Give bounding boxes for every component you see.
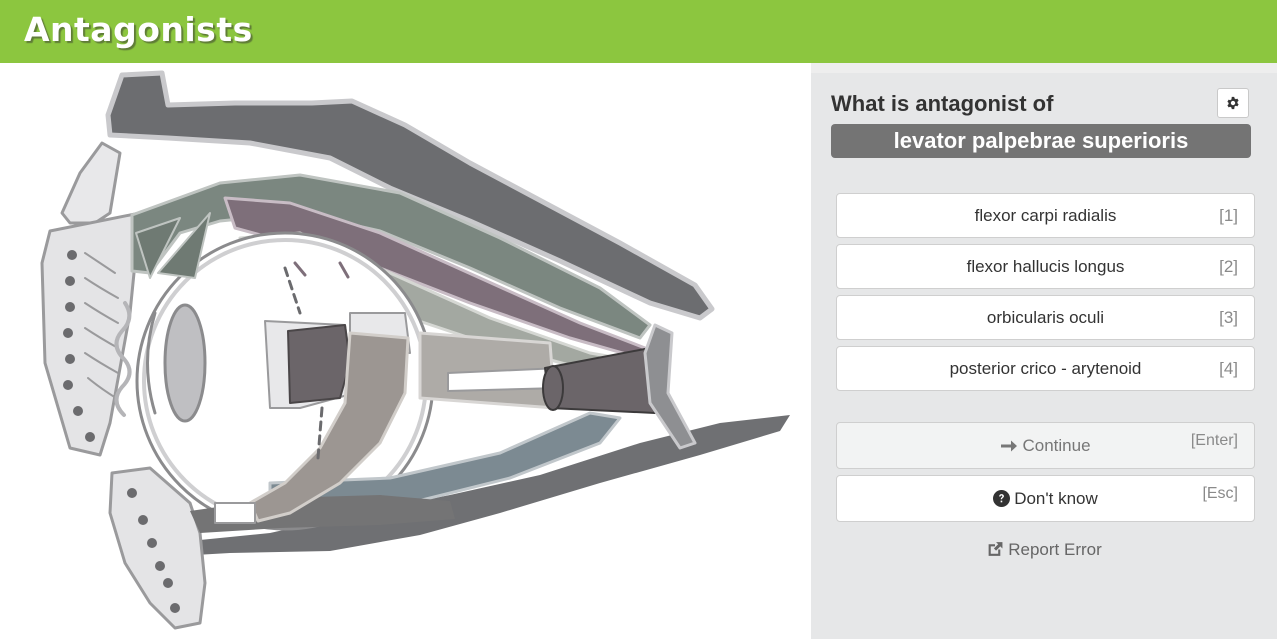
answer-option-key: [1] <box>1219 206 1238 225</box>
answer-option-label: flexor hallucis longus <box>966 257 1125 276</box>
answer-option-key: [2] <box>1219 257 1238 276</box>
dont-know-button[interactable]: Don't know [Esc] <box>836 475 1255 522</box>
anatomy-image <box>0 63 811 639</box>
settings-button[interactable] <box>1217 88 1249 118</box>
question-text: What is antagonist of <box>831 91 1054 116</box>
dont-know-label: Don't know <box>1014 489 1098 508</box>
continue-label: Continue <box>1022 436 1091 455</box>
report-error-link[interactable]: Report Error <box>811 540 1277 560</box>
answer-option-label: posterior crico - arytenoid <box>949 359 1142 378</box>
dont-know-shortcut: [Esc] <box>1202 485 1238 502</box>
target-muscle-term: levator palpebrae superioris <box>831 124 1251 158</box>
answer-option-3[interactable]: orbicularis oculi [3] <box>836 295 1255 340</box>
answer-option-key: [3] <box>1219 308 1238 327</box>
eye-muscles-illustration <box>40 70 790 630</box>
answer-option-key: [4] <box>1219 359 1238 378</box>
report-error-label: Report Error <box>1008 540 1102 559</box>
continue-button[interactable]: Continue [Enter] <box>836 422 1255 469</box>
answer-option-label: orbicularis oculi <box>986 308 1105 327</box>
app-title: Antagonists <box>24 10 253 49</box>
quiz-panel: What is antagonist of levator palpebrae … <box>811 63 1277 639</box>
continue-shortcut: [Enter] <box>1190 432 1238 449</box>
gear-icon <box>1227 96 1239 110</box>
answer-option-1[interactable]: flexor carpi radialis [1] <box>836 193 1255 238</box>
header-bar: Antagonists <box>0 0 1277 63</box>
external-link-icon <box>988 542 1003 556</box>
answer-option-2[interactable]: flexor hallucis longus [2] <box>836 244 1255 289</box>
answer-option-4[interactable]: posterior crico - arytenoid [4] <box>836 346 1255 391</box>
arrow-right-icon <box>1001 440 1018 452</box>
answer-option-label: flexor carpi radialis <box>974 206 1117 225</box>
question-circle-icon <box>993 490 1011 507</box>
